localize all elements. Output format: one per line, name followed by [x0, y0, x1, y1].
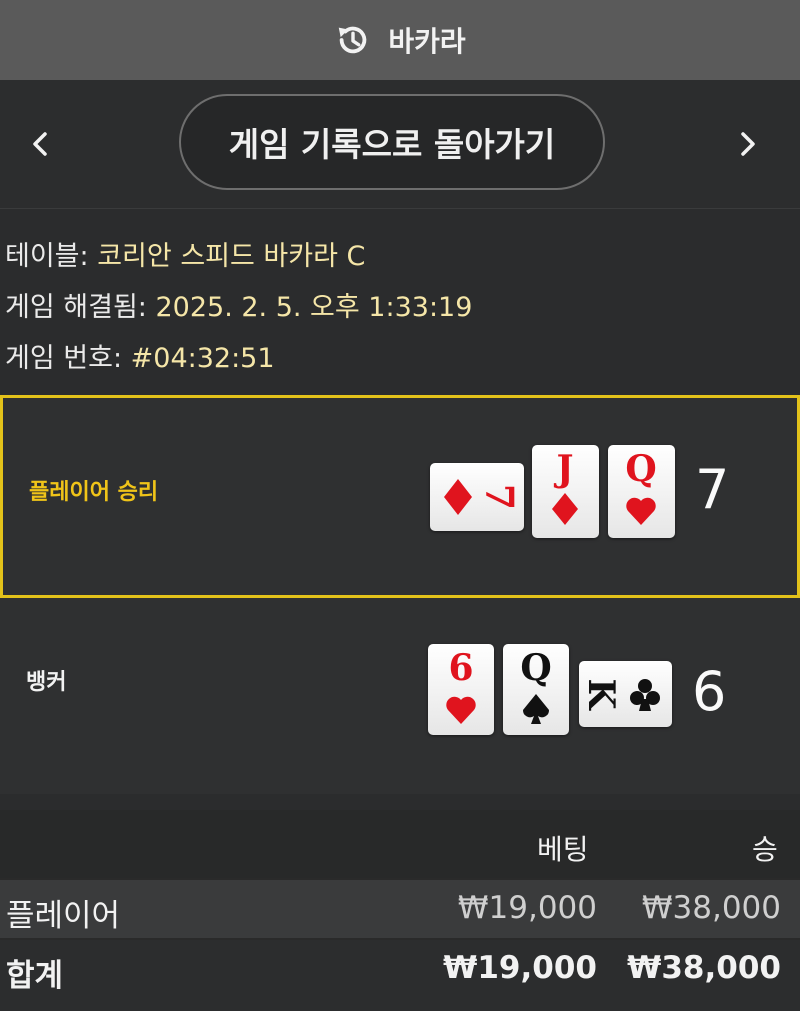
row-label: 합계	[6, 958, 64, 994]
card-rank: K	[580, 678, 622, 711]
card-rank: Q	[520, 647, 551, 689]
diamond-icon: J	[552, 448, 578, 525]
bet-column-header: 베팅	[537, 833, 589, 866]
heart-icon: Q	[625, 448, 657, 525]
round-info: 게임 번호: #04:32:51	[5, 336, 275, 375]
playing-card: 6	[428, 644, 494, 735]
card-rank: 6	[448, 647, 473, 689]
playing-card: Q	[503, 644, 569, 735]
playing-card: K	[579, 661, 672, 727]
player-hand-label: 플레이어 승리	[29, 480, 159, 505]
history-icon	[339, 26, 367, 54]
playing-card: Q	[608, 445, 675, 538]
top-bar: 바카라	[0, 0, 800, 80]
row-win-amount: ₩38,000	[641, 890, 781, 926]
table-value: 코리안 스피드 바카라 C	[97, 241, 366, 272]
banker-hand-label: 뱅커	[26, 670, 67, 695]
heart-icon: 6	[446, 647, 476, 724]
round-label: 게임 번호:	[5, 343, 123, 374]
chevron-right-icon[interactable]	[728, 124, 768, 164]
card-rank: Q	[625, 448, 656, 490]
banker-hand: 뱅커 6 Q K 6	[0, 598, 800, 794]
chevron-left-icon[interactable]	[20, 124, 60, 164]
bets-table-header: 베팅 승	[0, 810, 800, 878]
table-label: 테이블:	[5, 241, 89, 272]
table-row: 합계 ₩19,000 ₩38,000	[0, 938, 800, 1011]
card-rank: 7	[478, 484, 523, 510]
page-title: 바카라	[388, 25, 466, 58]
table-info: 테이블: 코리안 스피드 바카라 C	[5, 234, 365, 273]
playing-card: 7	[430, 463, 524, 531]
playing-card: J	[532, 445, 599, 538]
resolved-value: 2025. 2. 5. 오후 1:33:19	[155, 292, 473, 323]
table-row: 플레이어 ₩19,000 ₩38,000	[0, 878, 800, 938]
diamond-icon: 7	[444, 479, 523, 515]
banker-score: 6	[692, 660, 727, 723]
row-label: 플레이어	[6, 898, 121, 934]
spade-icon: Q	[520, 647, 552, 724]
club-icon: K	[580, 678, 660, 711]
player-hand: 플레이어 승리 7 J Q 7	[0, 395, 800, 598]
card-rank: J	[553, 448, 573, 490]
row-win-amount: ₩38,000	[627, 950, 781, 986]
row-bet-amount: ₩19,000	[457, 890, 597, 926]
resolved-info: 게임 해결됨: 2025. 2. 5. 오후 1:33:19	[5, 285, 472, 324]
resolved-label: 게임 해결됨:	[5, 292, 147, 323]
round-value: #04:32:51	[130, 343, 275, 374]
back-to-history-button[interactable]: 게임 기록으로 돌아가기	[179, 94, 605, 190]
win-column-header: 승	[752, 833, 778, 866]
navigation-row: 게임 기록으로 돌아가기	[0, 80, 800, 209]
player-score: 7	[695, 458, 730, 521]
row-bet-amount: ₩19,000	[443, 950, 597, 986]
